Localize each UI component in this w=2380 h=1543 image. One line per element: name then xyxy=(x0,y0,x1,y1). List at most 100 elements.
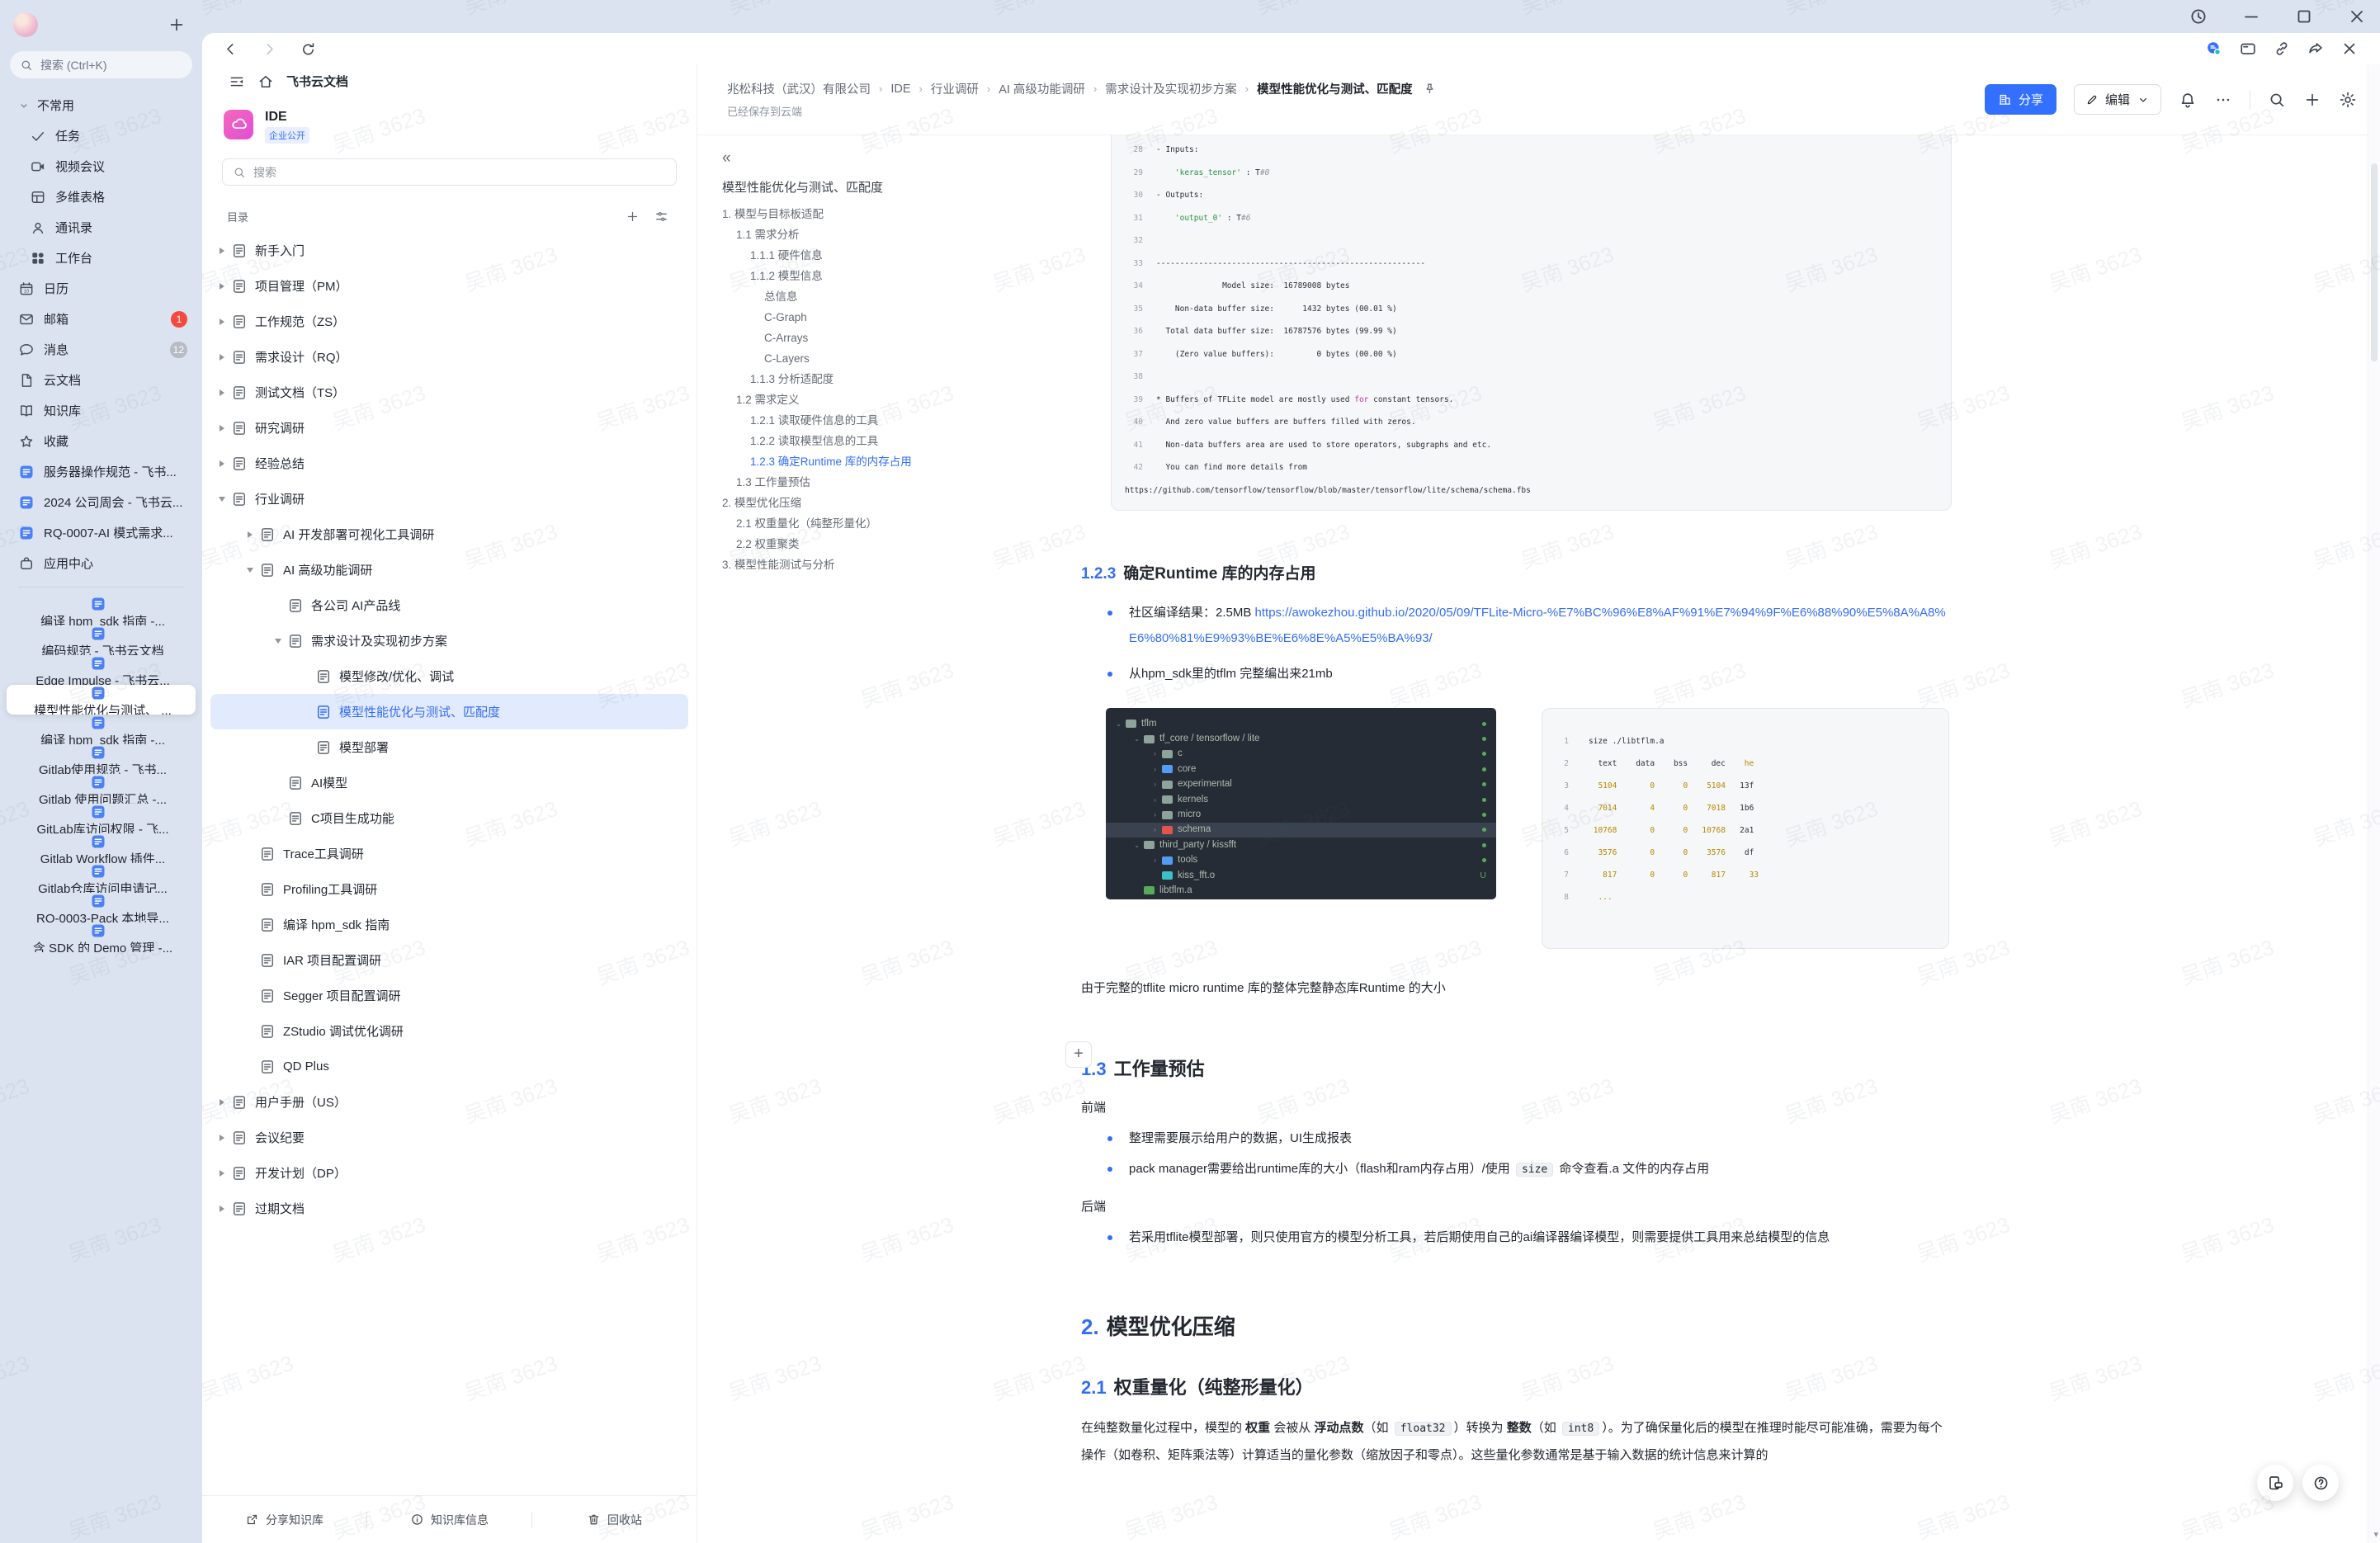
rail-item[interactable]: Gitlab仓库访问申请记... xyxy=(7,863,196,893)
tree-item[interactable]: 会议纪要 xyxy=(210,1120,688,1155)
tree-item[interactable]: IAR 项目配置调研 xyxy=(210,942,688,978)
outline-item[interactable]: 1.2.3 确定Runtime 库的内存占用 xyxy=(722,451,1054,472)
outline-item[interactable]: 2.1 权重量化（纯整形量化） xyxy=(722,513,1054,534)
rail-item[interactable]: 编译 hpm_sdk 指南 -... xyxy=(7,715,196,744)
tree-item[interactable]: 模型部署 xyxy=(210,729,688,765)
rail-item[interactable]: 视频会议 xyxy=(7,151,196,182)
rail-item[interactable]: 编码规范 - 飞书云文档 xyxy=(7,625,196,655)
tree-item[interactable]: 项目管理（PM） xyxy=(210,268,688,304)
tree-item[interactable]: C项目生成功能 xyxy=(210,800,688,836)
rail-item[interactable]: 工作台 xyxy=(7,243,196,273)
rail-item[interactable]: 云文档 xyxy=(7,365,196,395)
rail-item[interactable]: 应用中心 xyxy=(7,548,196,578)
breadcrumb-item[interactable]: IDE xyxy=(890,83,910,96)
rail-item[interactable]: 收藏 xyxy=(7,426,196,456)
tree-item[interactable]: 测试文档（TS） xyxy=(210,375,688,410)
tree-chevron-icon[interactable] xyxy=(214,282,230,290)
back-icon[interactable] xyxy=(222,40,239,58)
tree-item[interactable]: ZStudio 调试优化调研 xyxy=(210,1013,688,1049)
more-icon[interactable] xyxy=(2214,91,2232,109)
tree-chevron-icon[interactable] xyxy=(242,531,258,538)
rail-item[interactable]: 邮箱 1 xyxy=(7,304,196,334)
rail-item[interactable]: 10 日历 xyxy=(7,273,196,304)
outline-item[interactable]: 2. 模型优化压缩 xyxy=(722,493,1054,513)
tree-chevron-icon[interactable] xyxy=(214,1098,230,1106)
tree-chevron-icon[interactable] xyxy=(242,567,258,573)
insert-block-button[interactable]: + xyxy=(1065,1041,1092,1068)
tree-chevron-icon[interactable] xyxy=(214,1205,230,1212)
search-icon[interactable] xyxy=(2268,91,2286,109)
breadcrumb-item[interactable]: 兆松科技（武汉）有限公司 xyxy=(727,80,871,97)
forward-icon[interactable] xyxy=(261,40,278,58)
breadcrumb-item[interactable]: AI 高级功能调研 xyxy=(999,80,1085,97)
notification-bell-icon[interactable] xyxy=(2179,91,2197,109)
rail-item[interactable]: RQ-0003-Pack 本地导... xyxy=(7,893,196,922)
user-avatar[interactable] xyxy=(13,12,38,37)
feedback-button[interactable] xyxy=(2257,1465,2293,1501)
tree-item[interactable]: 模型修改/优化、调试 xyxy=(210,658,688,694)
outline-item[interactable]: C-Arrays xyxy=(722,328,1054,348)
tree-settings-icon[interactable] xyxy=(654,210,668,224)
wiki-footer-share-button[interactable]: 分享知识库 xyxy=(202,1512,366,1528)
outline-item[interactable]: 1.3 工作量预估 xyxy=(722,472,1054,493)
rail-item[interactable]: GitLab库访问权限 - 飞... xyxy=(7,804,196,833)
rail-item[interactable]: 编译 hpm_sdk 指南 -... xyxy=(7,596,196,625)
outline-item[interactable]: C-Graph xyxy=(722,307,1054,328)
tree-item[interactable]: 编译 hpm_sdk 指南 xyxy=(210,907,688,942)
tree-chevron-icon[interactable] xyxy=(214,460,230,467)
tree-item[interactable]: 经验总结 xyxy=(210,446,688,481)
pin-icon[interactable] xyxy=(1423,82,1437,96)
outline-item[interactable]: 3. 模型性能测试与分析 xyxy=(722,554,1054,575)
tree-item[interactable]: 工作规范（ZS） xyxy=(210,304,688,339)
wiki-search-input[interactable]: 搜索 xyxy=(222,158,677,186)
wiki-footer-info-button[interactable]: 知识库信息 xyxy=(367,1512,531,1528)
tree-item[interactable]: 开发计划（DP） xyxy=(210,1155,688,1191)
add-page-icon[interactable] xyxy=(626,210,640,224)
tree-item[interactable]: 过期文档 xyxy=(210,1191,688,1226)
outline-item[interactable]: 1.1.3 分析适配度 xyxy=(722,369,1054,389)
tree-item[interactable]: Profiling工具调研 xyxy=(210,871,688,907)
rail-group-toggle[interactable]: 不常用 xyxy=(7,90,196,120)
minimize-icon[interactable] xyxy=(2241,7,2261,26)
tree-chevron-icon[interactable] xyxy=(214,389,230,396)
tree-item[interactable]: AI 高级功能调研 xyxy=(210,552,688,587)
scrollbar-thumb[interactable] xyxy=(2371,163,2378,361)
rail-item[interactable]: Gitlab Workflow 插件... xyxy=(7,833,196,863)
scroll-down-icon[interactable]: ▾ xyxy=(2373,1529,2378,1540)
tree-item[interactable]: 新手入门 xyxy=(210,233,688,268)
tree-item[interactable]: Trace工具调研 xyxy=(210,836,688,871)
sidebar-toggle-icon[interactable] xyxy=(229,73,245,90)
gear-icon[interactable] xyxy=(2339,91,2357,109)
maximize-icon[interactable] xyxy=(2294,7,2314,26)
home-icon[interactable] xyxy=(257,73,274,90)
tree-chevron-icon[interactable] xyxy=(214,424,230,432)
rail-item[interactable]: 任务 xyxy=(7,120,196,151)
outline-item[interactable]: 1.2.1 读取硬件信息的工具 xyxy=(722,410,1054,431)
add-icon[interactable] xyxy=(168,16,186,34)
tree-item[interactable]: Segger 项目配置调研 xyxy=(210,978,688,1013)
rail-item[interactable]: 模型性能优化与测试、 ... xyxy=(7,685,196,715)
share-arrow-icon[interactable] xyxy=(2307,40,2325,58)
tree-item[interactable]: 行业调研 xyxy=(210,481,688,517)
rail-item[interactable]: Edge Impulse - 飞书云... xyxy=(7,655,196,685)
tree-item[interactable]: AI 开发部署可视化工具调研 xyxy=(210,517,688,552)
rail-item[interactable]: 通讯录 xyxy=(7,212,196,243)
global-search-input[interactable]: 搜索 (Ctrl+K) xyxy=(10,51,192,78)
tree-chevron-icon[interactable] xyxy=(214,1134,230,1141)
outline-item[interactable]: C-Layers xyxy=(722,348,1054,369)
wiki-home-label[interactable]: 飞书云文档 xyxy=(286,73,348,90)
messenger-icon[interactable] xyxy=(2205,40,2223,58)
space-card[interactable]: IDE 企业公开 xyxy=(202,90,697,144)
edit-button[interactable]: 编辑 xyxy=(2073,84,2161,115)
breadcrumb-item[interactable]: 行业调研 xyxy=(931,80,979,97)
rail-item[interactable]: 服务器操作规范 - 飞书... xyxy=(7,456,196,487)
outline-item[interactable]: 2.2 权重聚类 xyxy=(722,534,1054,554)
tree-chevron-icon[interactable] xyxy=(214,1169,230,1177)
tree-chevron-icon[interactable] xyxy=(214,318,230,325)
outline-item[interactable]: 1.1 需求分析 xyxy=(722,224,1054,245)
rail-item[interactable]: Gitlab使用规范 - 飞书... xyxy=(7,744,196,774)
copy-link-icon[interactable] xyxy=(2273,40,2291,58)
wiki-footer-trash-button[interactable]: 回收站 xyxy=(532,1512,697,1528)
tree-item[interactable]: QD Plus xyxy=(210,1049,688,1084)
close-icon[interactable] xyxy=(2347,7,2367,26)
